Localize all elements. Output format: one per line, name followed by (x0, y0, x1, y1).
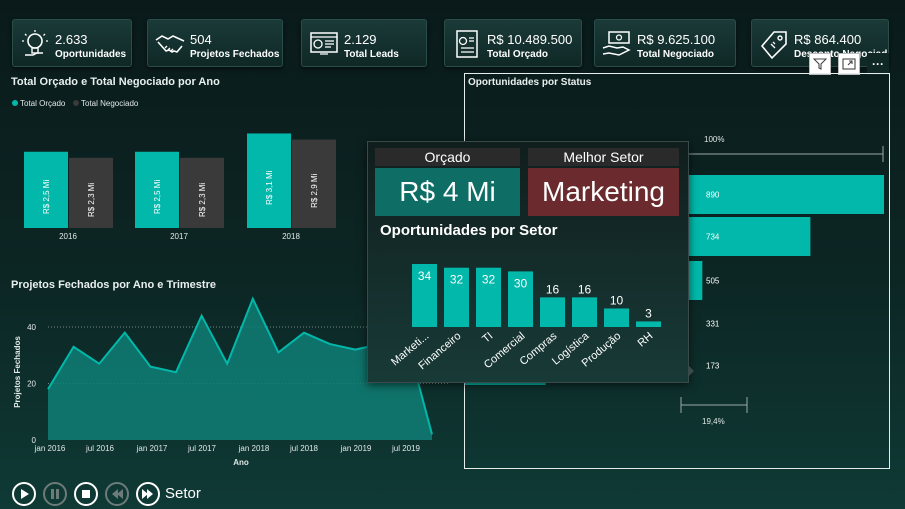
previous-button[interactable] (105, 482, 129, 506)
kpi-value: R$ 10.489.500 (487, 32, 573, 47)
funnel-value-label: 734 (706, 233, 720, 242)
y-axis-title: Projetos Fechados (13, 336, 22, 408)
orcado-header: Orçado (375, 148, 520, 166)
kpi-value: 2.633 (55, 32, 88, 47)
price-tag-icon (760, 31, 787, 60)
next-button[interactable] (136, 482, 160, 506)
pause-button[interactable] (43, 482, 67, 506)
funnel-bottom-label: 19,4% (702, 417, 725, 426)
x-tick-label: 2016 (59, 232, 77, 241)
filter-icon[interactable] (809, 53, 831, 75)
play-axis-label: Setor (165, 485, 201, 502)
setor-data-label: 16 (546, 282, 560, 296)
funnel-top-label: 100% (704, 135, 725, 144)
setor-data-label: 3 (645, 306, 652, 320)
tooltip-pointer (688, 365, 694, 377)
x-tick-label: 2017 (170, 232, 188, 241)
dashboard-icon (310, 32, 338, 55)
kpi-value: R$ 9.625.100 (637, 32, 716, 47)
x-tick-label: jan 2018 (238, 444, 270, 453)
bar-data-label: R$ 2,3 Mi (198, 183, 207, 217)
setor-bar (636, 321, 661, 327)
x-tick-label: jul 2019 (391, 444, 421, 453)
more-options-icon[interactable]: ··· (867, 53, 889, 75)
kpi-card-total-leads: 2.129 Total Leads (301, 19, 427, 67)
setor-data-label: 10 (610, 293, 624, 307)
x-tick-label: jul 2018 (289, 444, 319, 453)
setor-data-label: 16 (578, 282, 592, 296)
setor-bar-chart: 34Marketi...32Financeiro32TI30Comercial1… (389, 264, 661, 372)
setor-bar (604, 308, 629, 327)
x-tick-label: jan 2019 (340, 444, 372, 453)
bar-data-label: R$ 2,5 Mi (42, 180, 51, 214)
kpi-card-total-orcado: R$ 10.489.500 Total Orçado (444, 19, 582, 67)
bar-data-label: R$ 2,3 Mi (87, 183, 96, 217)
kpi-card-projetos-fechados: 504 Projetos Fechados (147, 19, 283, 67)
kpi-card-oportunidades: 2.633 Oportunidades (12, 19, 132, 67)
setor-data-label: 34 (418, 269, 432, 283)
kpi-label: Oportunidades (55, 49, 127, 60)
setor-data-label: 30 (514, 276, 528, 290)
x-tick-label: jul 2017 (187, 444, 217, 453)
funnel-value-label: 505 (706, 277, 720, 286)
setor-bar (540, 297, 565, 327)
lightbulb-icon (22, 30, 48, 56)
kpi-value: 2.129 (344, 32, 377, 47)
x-axis-title: Ano (233, 458, 249, 467)
setor-category-label: RH (636, 330, 656, 349)
setor-bar (572, 297, 597, 327)
stop-button[interactable] (74, 482, 98, 506)
budget-icon (456, 30, 478, 58)
melhor-setor-header: Melhor Setor (528, 148, 679, 166)
bar-data-label: R$ 2,9 Mi (310, 173, 319, 207)
kpi-value: 504 (190, 32, 212, 47)
play-button[interactable] (12, 482, 36, 506)
x-tick-label: 2018 (282, 232, 300, 241)
bar-data-label: R$ 2,5 Mi (153, 180, 162, 214)
tooltip-card: Orçado R$ 4 Mi Melhor Setor Marketing Op… (367, 141, 694, 383)
melhor-setor-value: Marketing (528, 168, 679, 216)
funnel-value-label: 331 (706, 320, 720, 329)
bar-data-label: R$ 3,1 Mi (265, 170, 274, 204)
x-tick-label: jan 2017 (136, 444, 168, 453)
x-tick-label: jul 2016 (85, 444, 115, 453)
funnel-value-label: 173 (706, 362, 720, 371)
kpi-label: Projetos Fechados (190, 49, 280, 60)
setor-data-label: 32 (450, 273, 464, 287)
setor-chart-title: Oportunidades por Setor (380, 222, 558, 239)
setor-category-label: TI (480, 330, 495, 345)
x-tick-label: jan 2016 (34, 444, 66, 453)
kpi-label: Total Leads (344, 49, 399, 60)
money-hand-icon (602, 31, 631, 56)
handshake-icon (155, 35, 185, 53)
y-tick-label: 40 (27, 323, 36, 332)
focus-mode-icon[interactable] (838, 53, 860, 75)
orcado-value: R$ 4 Mi (375, 168, 520, 216)
kpi-card-total-negociado: R$ 9.625.100 Total Negociado (594, 19, 736, 67)
kpi-value: R$ 864.400 (794, 32, 862, 47)
kpi-label: Total Orçado (487, 49, 548, 60)
y-tick-label: 20 (27, 380, 36, 389)
funnel-value-label: 890 (706, 191, 720, 200)
kpi-label: Total Negociado (637, 49, 715, 60)
setor-data-label: 32 (482, 273, 496, 287)
